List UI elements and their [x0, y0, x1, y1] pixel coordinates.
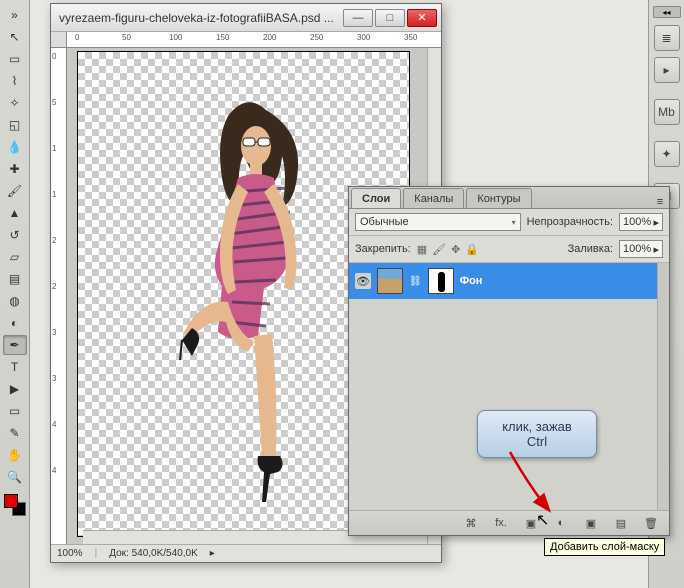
- dodge-tool[interactable]: ◐: [3, 313, 27, 333]
- marquee-tool[interactable]: ▭: [3, 49, 27, 69]
- callout-line2: Ctrl: [484, 434, 590, 449]
- panel-menu-icon[interactable]: ≡: [651, 196, 669, 208]
- wand-tool[interactable]: ✧: [3, 93, 27, 113]
- delete-layer-icon[interactable]: 🗑: [641, 515, 661, 531]
- lock-pixels-icon[interactable]: 🖌: [432, 243, 446, 256]
- zoom-level[interactable]: 100%: [57, 548, 83, 559]
- ruler-vertical[interactable]: 0 5 1 1 2 2 3 3 4 4: [51, 48, 67, 544]
- panel-tabs: Слои Каналы Контуры ≡: [349, 187, 669, 209]
- stamp-tool[interactable]: ▲: [3, 203, 27, 223]
- layer-row[interactable]: 👁 ⛓ Фон: [349, 263, 669, 299]
- type-tool[interactable]: T: [3, 357, 27, 377]
- toolbox: » ↖ ▭ ⌇ ✧ ◱ 💧 ✚ 🖌 ▲ ↺ ▱ ▤ ◍ ◐ ✒ T ▶ ▭ ✎ …: [0, 0, 30, 588]
- lasso-tool[interactable]: ⌇: [3, 71, 27, 91]
- lock-label: Закрепить:: [355, 243, 411, 255]
- document-title: vyrezaem-figuru-cheloveka-iz-fotografiiB…: [59, 11, 343, 25]
- ruler-horizontal[interactable]: 0 50 100 150 200 250 300 350: [67, 32, 441, 48]
- eyedropper-tool[interactable]: 💧: [3, 137, 27, 157]
- titlebar[interactable]: vyrezaem-figuru-cheloveka-iz-fotografiiB…: [51, 4, 441, 32]
- blend-mode-value: Обычные: [360, 216, 409, 228]
- shape-tool[interactable]: ▭: [3, 401, 27, 421]
- adjustment-layer-icon[interactable]: ◐: [551, 515, 571, 531]
- navigator-panel-icon[interactable]: ✦: [654, 141, 680, 167]
- maximize-button[interactable]: □: [375, 9, 405, 27]
- add-mask-button[interactable]: ▣: [521, 515, 541, 531]
- fx-icon[interactable]: fx.: [491, 515, 511, 531]
- annotation-callout: клик, зажав Ctrl: [477, 410, 597, 458]
- opacity-label: Непрозрачность:: [527, 216, 613, 228]
- healing-tool[interactable]: ✚: [3, 159, 27, 179]
- doc-size[interactable]: Док: 540,0K/540,0K: [109, 548, 198, 559]
- fill-label: Заливка:: [568, 243, 613, 255]
- tab-layers[interactable]: Слои: [351, 188, 401, 208]
- blend-mode-combo[interactable]: Обычные ▾: [355, 213, 521, 231]
- dock-collapse-toggle[interactable]: ◂◂: [653, 6, 681, 18]
- expand-toggle[interactable]: »: [3, 5, 27, 25]
- figure-silhouette: [158, 92, 358, 512]
- opacity-input[interactable]: 100%▸: [619, 213, 663, 231]
- new-group-icon[interactable]: ▣: [581, 515, 601, 531]
- layers-scrollbar[interactable]: [657, 263, 669, 510]
- lock-position-icon[interactable]: ✥: [451, 243, 460, 256]
- eraser-tool[interactable]: ▱: [3, 247, 27, 267]
- callout-line1: клик, зажав: [484, 419, 590, 434]
- crop-tool[interactable]: ◱: [3, 115, 27, 135]
- mask-link-icon[interactable]: ⛓: [409, 276, 422, 287]
- brush-tool[interactable]: 🖌: [3, 181, 27, 201]
- tab-channels[interactable]: Каналы: [403, 188, 464, 208]
- hand-tool[interactable]: ✋: [3, 445, 27, 465]
- foreground-color-swatch[interactable]: [4, 494, 18, 508]
- fill-input[interactable]: 100%▸: [619, 240, 663, 258]
- chevron-down-icon: ▾: [512, 218, 516, 227]
- layers-list[interactable]: 👁 ⛓ Фон: [349, 263, 669, 511]
- history-brush-tool[interactable]: ↺: [3, 225, 27, 245]
- visibility-toggle-icon[interactable]: 👁: [355, 273, 371, 289]
- layers-panel: Слои Каналы Контуры ≡ Обычные ▾ Непрозра…: [348, 186, 670, 536]
- md-panel-icon[interactable]: Mb: [654, 99, 680, 125]
- history-panel-icon[interactable]: ≣: [654, 25, 680, 51]
- blur-tool[interactable]: ◍: [3, 291, 27, 311]
- status-bar: 100% | Док: 540,0K/540,0K ▸: [51, 544, 441, 562]
- panel-footer: ⌘ fx. ▣ ◐ ▣ ▤ 🗑: [349, 511, 669, 535]
- move-tool[interactable]: ↖: [3, 27, 27, 47]
- tab-paths[interactable]: Контуры: [466, 188, 531, 208]
- mask-thumbnail[interactable]: [428, 268, 454, 294]
- link-layers-icon[interactable]: ⌘: [461, 515, 481, 531]
- close-button[interactable]: ✕: [407, 9, 437, 27]
- actions-panel-icon[interactable]: ▸: [654, 57, 680, 83]
- layer-name[interactable]: Фон: [460, 275, 483, 287]
- pen-tool[interactable]: ✒: [3, 335, 27, 355]
- path-select-tool[interactable]: ▶: [3, 379, 27, 399]
- tooltip: Добавить слой-маску: [544, 538, 665, 556]
- zoom-tool[interactable]: 🔍: [3, 467, 27, 487]
- notes-tool[interactable]: ✎: [3, 423, 27, 443]
- layer-thumbnail[interactable]: [377, 268, 403, 294]
- ruler-origin[interactable]: [51, 32, 67, 48]
- color-swatches[interactable]: [4, 494, 26, 516]
- minimize-button[interactable]: —: [343, 9, 373, 27]
- lock-all-icon[interactable]: 🔒: [465, 243, 479, 256]
- lock-transparency-icon[interactable]: ▦: [417, 243, 427, 256]
- gradient-tool[interactable]: ▤: [3, 269, 27, 289]
- status-menu-caret[interactable]: ▸: [210, 548, 215, 559]
- new-layer-icon[interactable]: ▤: [611, 515, 631, 531]
